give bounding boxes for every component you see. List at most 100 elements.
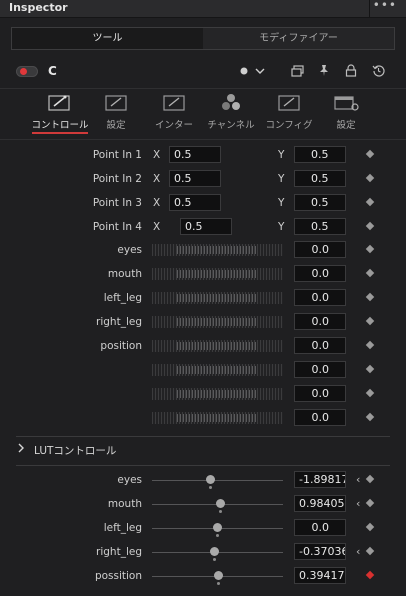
inspector-tabs: ツール モディファイアー [11, 27, 395, 50]
section-divider [16, 465, 390, 466]
node-header: C [0, 62, 406, 84]
chevron-down-icon[interactable] [255, 65, 265, 79]
node-enable-toggle[interactable] [16, 66, 38, 77]
controls-icon [30, 92, 90, 114]
point-x-field[interactable]: 0.5 [180, 218, 232, 235]
point-y-field[interactable]: 0.5 [294, 218, 346, 235]
lut-slider-knob[interactable] [214, 571, 224, 580]
lut-slider-default-dot [218, 510, 222, 513]
keyframe-diamond-icon[interactable] [365, 197, 375, 207]
tab-modifiers[interactable]: モディファイアー [203, 28, 394, 49]
chevron-left-icon[interactable]: ‹ [356, 497, 360, 510]
keyframe-diamond-icon[interactable] [365, 522, 375, 532]
keyframe-diamond-icon[interactable] [365, 388, 375, 398]
ctab-controls[interactable]: コントロール [30, 92, 90, 134]
lut-value-field[interactable]: 0.0 [294, 519, 346, 536]
param-thumbwheel[interactable] [152, 244, 283, 256]
ctab-config[interactable]: コンフィグ [259, 92, 319, 131]
ctab-channels[interactable]: チャンネル [201, 92, 261, 131]
point-x-field[interactable]: 0.5 [169, 146, 221, 163]
lut-label: right_leg [96, 546, 142, 558]
more-options-icon[interactable]: ••• [373, 0, 397, 12]
x-axis-label: X [153, 149, 161, 161]
point-label: Point In 2 [92, 173, 142, 185]
controls-divider [0, 139, 406, 140]
point-row: Point In 1 X 0.5 Y 0.5 [0, 145, 406, 169]
param-row: position 0.0 [0, 336, 406, 360]
param-thumbwheel[interactable] [152, 292, 283, 304]
point-row: Point In 3 X 0.5 Y 0.5 [0, 193, 406, 217]
ctab-inter[interactable]: インター [144, 92, 204, 131]
lut-slider-knob[interactable] [215, 499, 225, 508]
keyframe-diamond-icon[interactable] [365, 149, 375, 159]
param-thumbwheel[interactable] [152, 316, 283, 328]
lut-value-field[interactable]: 0.984056 [294, 495, 346, 512]
chevron-left-icon[interactable]: ‹ [356, 545, 360, 558]
keyframe-diamond-icon[interactable] [365, 364, 375, 374]
lut-slider-default-dot [209, 486, 213, 489]
keyframe-diamond-icon[interactable] [365, 173, 375, 183]
point-y-field[interactable]: 0.5 [294, 170, 346, 187]
lut-slider-knob[interactable] [206, 475, 216, 484]
node-name: C [48, 64, 57, 78]
version-icon[interactable] [291, 65, 304, 80]
param-row: right_leg 0.0 [0, 312, 406, 336]
keyframe-diamond-icon[interactable] [365, 292, 375, 302]
param-thumbwheel[interactable] [152, 388, 283, 400]
param-value-field[interactable]: 0.0 [294, 361, 346, 378]
point-label: Point In 4 [92, 221, 142, 233]
param-thumbwheel[interactable] [152, 364, 283, 376]
ctab-display-settings[interactable]: 設定 [316, 92, 376, 131]
reset-icon[interactable] [372, 64, 385, 80]
param-value-field[interactable]: 0.0 [294, 385, 346, 402]
lut-section-header[interactable]: LUTコントロール [16, 443, 396, 459]
lut-value-field[interactable]: -0.370360 [294, 543, 346, 560]
point-x-field[interactable]: 0.5 [169, 170, 221, 187]
color-dot-icon[interactable] [239, 65, 249, 79]
pin-icon[interactable] [318, 64, 330, 80]
keyframe-diamond-icon[interactable] [365, 412, 375, 422]
lut-row: mouth 0.984056 ‹ [0, 494, 406, 518]
x-axis-label: X [153, 173, 161, 185]
lock-icon[interactable] [345, 64, 357, 80]
param-thumbwheel[interactable] [152, 412, 283, 424]
lut-section-title: LUTコントロール [34, 445, 117, 457]
lut-value-field[interactable]: 0.394177 [294, 567, 346, 584]
tab-tools[interactable]: ツール [12, 28, 203, 49]
ctab-settings[interactable]: 設定 [86, 92, 146, 131]
channels-icon [201, 92, 261, 114]
keyframe-diamond-icon[interactable] [365, 570, 375, 580]
inspector-title: Inspector [9, 1, 68, 14]
lut-slider-track[interactable] [152, 480, 283, 481]
point-x-field[interactable]: 0.5 [169, 194, 221, 211]
keyframe-diamond-icon[interactable] [365, 474, 375, 484]
param-value-field[interactable]: 0.0 [294, 409, 346, 426]
chevron-left-icon[interactable]: ‹ [356, 473, 360, 486]
y-axis-label: Y [278, 221, 285, 233]
param-value-field[interactable]: 0.0 [294, 337, 346, 354]
x-axis-label: X [153, 197, 161, 209]
lut-label: eyes [117, 474, 142, 486]
keyframe-diamond-icon[interactable] [365, 221, 375, 231]
point-y-field[interactable]: 0.5 [294, 194, 346, 211]
lut-slider-knob[interactable] [210, 547, 220, 556]
param-value-field[interactable]: 0.0 [294, 289, 346, 306]
keyframe-diamond-icon[interactable] [365, 340, 375, 350]
keyframe-diamond-icon[interactable] [365, 268, 375, 278]
y-axis-label: Y [278, 173, 285, 185]
param-value-field[interactable]: 0.0 [294, 313, 346, 330]
section-divider [16, 436, 390, 437]
point-y-field[interactable]: 0.5 [294, 146, 346, 163]
control-tabs: コントロール 設定 インター チャンネル コンフィグ 設定 [0, 92, 406, 138]
param-thumbwheel[interactable] [152, 268, 283, 280]
keyframe-diamond-icon[interactable] [365, 498, 375, 508]
param-value-field[interactable]: 0.0 [294, 265, 346, 282]
param-row: mouth 0.0 [0, 264, 406, 288]
keyframe-diamond-icon[interactable] [365, 316, 375, 326]
keyframe-diamond-icon[interactable] [365, 546, 375, 556]
keyframe-diamond-icon[interactable] [365, 244, 375, 254]
param-value-field[interactable]: 0.0 [294, 241, 346, 258]
lut-value-field[interactable]: -1.89817 [294, 471, 346, 488]
param-thumbwheel[interactable] [152, 340, 283, 352]
lut-slider-knob[interactable] [213, 523, 222, 532]
